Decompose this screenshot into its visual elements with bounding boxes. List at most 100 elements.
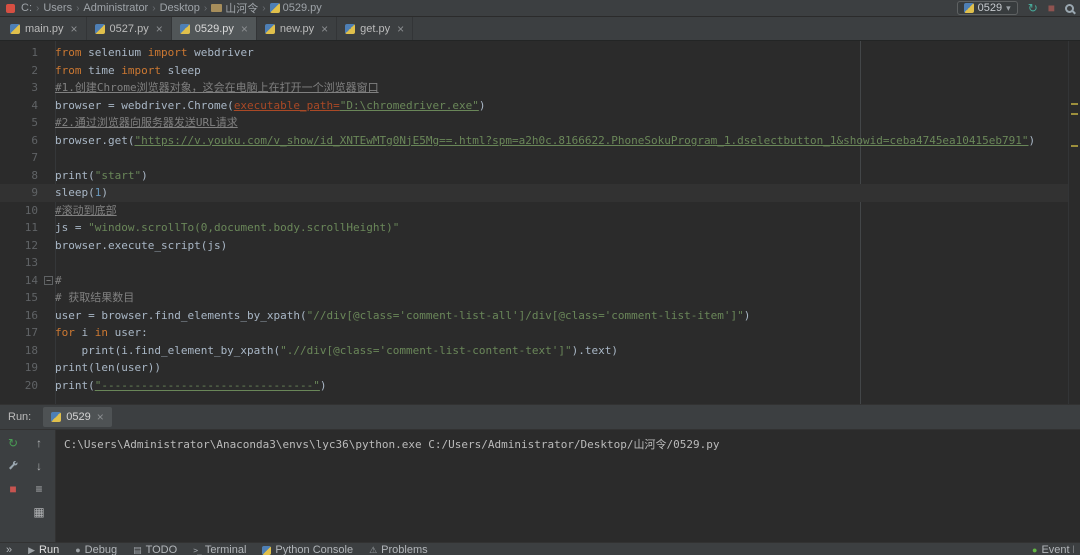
- line-number[interactable]: 13: [0, 254, 42, 272]
- code-editor[interactable]: 1 from selenium import webdriver 2 from tim…: [0, 41, 1080, 404]
- code-line[interactable]: 17 for i in user:: [0, 324, 1068, 342]
- statusbar-item-run[interactable]: ▶ Run: [28, 544, 59, 555]
- rerun-icon[interactable]: ↻: [5, 435, 21, 451]
- fold-marker[interactable]: −: [42, 272, 55, 290]
- code-text: sleep(1): [55, 184, 1068, 202]
- line-number[interactable]: 20: [0, 377, 42, 395]
- search-icon[interactable]: [1065, 3, 1074, 13]
- code-line[interactable]: 20 print("-------------------------------…: [0, 377, 1068, 395]
- run-tab-0529[interactable]: 0529 ×: [43, 407, 112, 427]
- line-number[interactable]: 5: [0, 114, 42, 132]
- line-number[interactable]: 18: [0, 342, 42, 360]
- up-arrow-icon[interactable]: ↑: [31, 435, 47, 451]
- code-line[interactable]: 19 print(len(user)): [0, 359, 1068, 377]
- code-token: import: [121, 63, 161, 77]
- python-file-icon: [51, 412, 62, 422]
- breadcrumb-label: 0529.py: [282, 2, 322, 14]
- line-number[interactable]: 2: [0, 62, 42, 80]
- close-icon[interactable]: ×: [97, 410, 104, 424]
- down-arrow-icon[interactable]: ↓: [31, 458, 47, 474]
- statusbar-item-todo[interactable]: ▤ TODO: [133, 544, 177, 555]
- line-number[interactable]: 16: [0, 307, 42, 325]
- close-icon[interactable]: ×: [321, 22, 328, 36]
- statusbar-item-problems[interactable]: ⚠ Problems: [369, 544, 428, 555]
- code-token: in: [94, 326, 108, 339]
- breadcrumb-item-desktop[interactable]: Desktop: [160, 2, 200, 14]
- fold-collapse-icon[interactable]: −: [44, 275, 53, 285]
- run-config-selector[interactable]: 0529 ▾: [956, 1, 1018, 15]
- line-number[interactable]: 19: [0, 359, 42, 377]
- breadcrumb-item-c[interactable]: C:: [21, 2, 32, 14]
- code-line[interactable]: 12 browser.execute_script(js): [0, 237, 1068, 255]
- line-number[interactable]: 3: [0, 79, 42, 97]
- stop-icon[interactable]: ■: [5, 481, 21, 497]
- line-number[interactable]: 10: [0, 202, 42, 220]
- statusbar-item-debug[interactable]: ● Debug: [75, 544, 117, 555]
- editor-tab-0529-py[interactable]: 0529.py ×: [171, 17, 257, 40]
- code-line[interactable]: 7: [0, 149, 1068, 167]
- code-line[interactable]: 14− #: [0, 272, 1068, 290]
- fold-marker: [42, 202, 55, 220]
- close-icon[interactable]: ×: [71, 22, 78, 36]
- code-token: print(: [55, 168, 95, 182]
- line-number[interactable]: 17: [0, 324, 42, 342]
- code-token: sleep: [161, 63, 201, 77]
- close-icon[interactable]: ×: [156, 22, 163, 36]
- stop-icon[interactable]: ■: [1048, 2, 1055, 14]
- statusbar-item-python-console[interactable]: Python Console: [262, 544, 353, 555]
- show-toolwindow-bars-icon[interactable]: »: [6, 544, 12, 555]
- editor-tab-get-py[interactable]: get.py ×: [337, 17, 414, 40]
- code-text: from time import sleep: [55, 62, 1068, 80]
- code-line[interactable]: 18 print(i.find_element_by_xpath(".//div…: [0, 342, 1068, 360]
- fold-marker: [42, 289, 55, 307]
- statusbar-item-event-log[interactable]: ● Event Log: [1032, 544, 1074, 555]
- close-icon[interactable]: ×: [397, 22, 404, 36]
- code-text: #滚动到底部: [55, 202, 1068, 220]
- code-token: "https://v.youku.com/v_show/id_XNTEwMTg0…: [134, 133, 1029, 147]
- line-number[interactable]: 9: [0, 184, 42, 202]
- fold-marker: [42, 324, 55, 342]
- code-line[interactable]: 8 print("start"): [0, 167, 1068, 185]
- line-number[interactable]: 1: [0, 44, 42, 62]
- statusbar-item-terminal[interactable]: >_ Terminal: [193, 544, 246, 555]
- code-line[interactable]: 9 sleep(1): [0, 184, 1068, 202]
- code-line[interactable]: 4 browser = webdriver.Chrome(executable_p…: [0, 97, 1068, 115]
- code-text: print(len(user)): [55, 359, 1068, 377]
- code-line[interactable]: 6 browser.get("https://v.youku.com/v_show…: [0, 132, 1068, 150]
- code-text: for i in user:: [55, 324, 1068, 342]
- line-number[interactable]: 4: [0, 97, 42, 115]
- code-line[interactable]: 15 # 获取结果数目: [0, 289, 1068, 307]
- code-line[interactable]: 16 user = browser.find_elements_by_xpath(…: [0, 307, 1068, 325]
- editor-tab-0527-py[interactable]: 0527.py ×: [87, 17, 172, 40]
- line-number[interactable]: 8: [0, 167, 42, 185]
- editor-scrollbar[interactable]: [1068, 41, 1080, 404]
- code-line[interactable]: 13: [0, 254, 1068, 272]
- line-number[interactable]: 15: [0, 289, 42, 307]
- code-line[interactable]: 11 js = "window.scrollTo(0,document.body.…: [0, 219, 1068, 237]
- code-line[interactable]: 2 from time import sleep: [0, 62, 1068, 80]
- statusbar-label: Problems: [381, 544, 428, 555]
- line-number[interactable]: 7: [0, 149, 42, 167]
- breadcrumb-item-0529-py[interactable]: 0529.py: [269, 2, 322, 14]
- close-icon[interactable]: ×: [241, 22, 248, 36]
- editor-tab-new-py[interactable]: new.py ×: [257, 17, 338, 40]
- line-number[interactable]: 11: [0, 219, 42, 237]
- code-line[interactable]: 5 #2.通过浏览器向服务器发送URL请求: [0, 114, 1068, 132]
- line-number[interactable]: 12: [0, 237, 42, 255]
- code-line[interactable]: 10 #滚动到底部: [0, 202, 1068, 220]
- editor-tab-main-py[interactable]: main.py ×: [2, 17, 87, 40]
- scroll-to-end-icon[interactable]: ≡: [31, 481, 47, 497]
- code-line[interactable]: 3 #1.创建Chrome浏览器对象，这会在电脑上在打开一个浏览器窗口: [0, 79, 1068, 97]
- fold-marker: [42, 167, 55, 185]
- soft-wrap-icon[interactable]: ▦: [31, 504, 47, 520]
- settings-icon[interactable]: [5, 458, 21, 474]
- code-text: user = browser.find_elements_by_xpath("/…: [55, 307, 1068, 325]
- line-number[interactable]: 14: [0, 272, 42, 290]
- breadcrumb-item-users[interactable]: Users: [43, 2, 72, 14]
- rerun-icon[interactable]: ↻: [1028, 2, 1038, 14]
- breadcrumb-item-item[interactable]: 山河令: [211, 0, 258, 16]
- code-line[interactable]: 1 from selenium import webdriver: [0, 44, 1068, 62]
- breadcrumb-item-administrator[interactable]: Administrator: [83, 2, 148, 14]
- code-token: ): [478, 98, 486, 112]
- line-number[interactable]: 6: [0, 132, 42, 150]
